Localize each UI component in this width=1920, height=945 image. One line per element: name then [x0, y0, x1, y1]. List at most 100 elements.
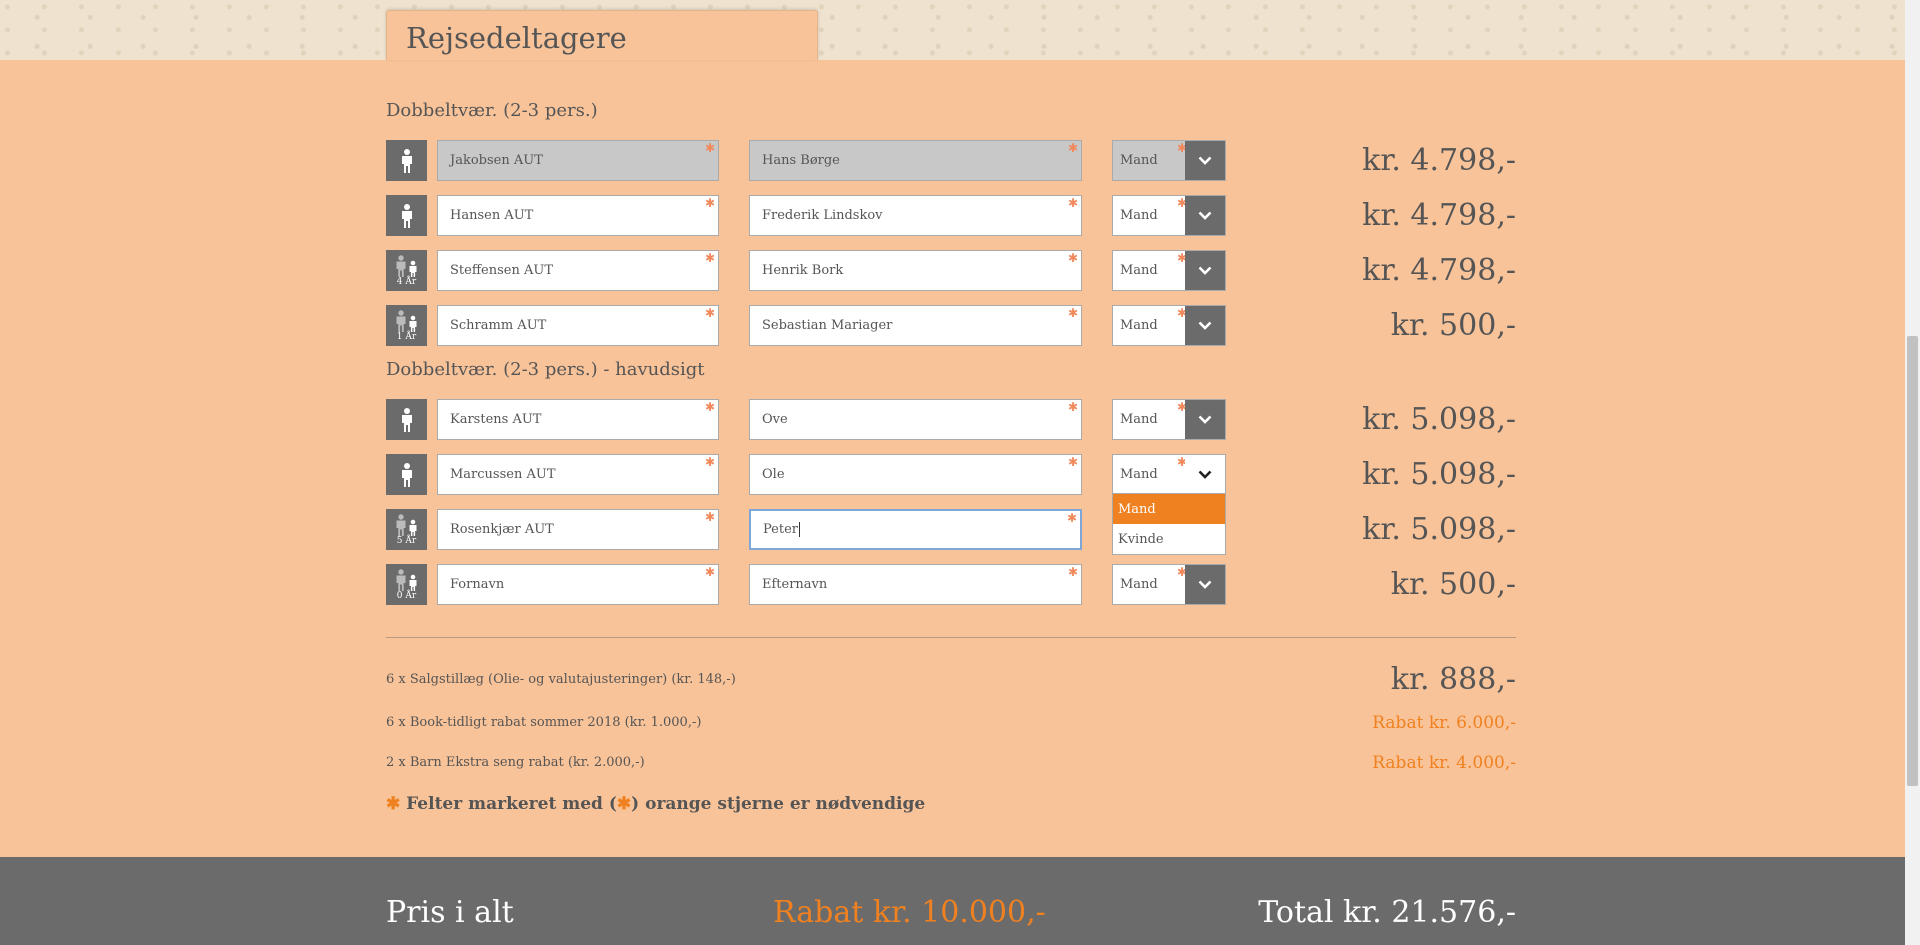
required-note-text: Felter markeret med (: [400, 794, 617, 814]
surcharge-value: kr. 888,-: [1390, 662, 1516, 697]
required-star-icon: ✱: [704, 306, 715, 320]
adult-child-icon: 4 År: [386, 250, 427, 291]
participant-price: kr. 5.098,-: [1362, 402, 1516, 437]
last-name-field[interactable]: Jakobsen AUT ✱: [437, 140, 719, 181]
first-name-field[interactable]: Peter ✱: [749, 509, 1082, 550]
gender-select-value: Mand: [1120, 577, 1158, 592]
discount-value: Rabat kr. 6.000,-: [1372, 713, 1516, 733]
required-star-icon: ✱: [616, 794, 632, 814]
adult-child-icon: 1 År: [386, 305, 427, 346]
last-name-field[interactable]: Schramm AUT ✱: [437, 305, 719, 346]
required-star-icon: ✱: [704, 251, 715, 265]
gender-select[interactable]: Mand ✱: [1112, 250, 1226, 291]
group-title: Dobbeltvær. (2-3 pers.) - havudsigt: [386, 359, 705, 380]
gender-select-value: Mand: [1120, 467, 1158, 482]
participant-row: 5 ÅrRosenkjær AUT✱Peter✱✱kr. 5.098,-: [386, 509, 1516, 550]
first-name-field-value: Ole: [762, 467, 785, 482]
person-icon: [386, 140, 427, 181]
required-star-icon: ✱: [704, 455, 715, 469]
gender-dropdown-list[interactable]: Mand Kvinde: [1112, 493, 1226, 555]
last-name-field[interactable]: Steffensen AUT ✱: [437, 250, 719, 291]
first-name-field[interactable]: Ole ✱: [749, 454, 1082, 495]
required-star-icon: ✱: [704, 196, 715, 210]
participant-price: kr. 4.798,-: [1362, 198, 1516, 233]
last-name-field-value: Schramm AUT: [450, 318, 547, 333]
last-name-field[interactable]: Karstens AUT ✱: [437, 399, 719, 440]
first-name-field[interactable]: Frederik Lindskov ✱: [749, 195, 1082, 236]
participant-row: 1 År Schramm AUT ✱ Sebastian Mariager ✱ Mand ✱…: [386, 305, 1516, 346]
gender-select[interactable]: Mand ✱: [1112, 454, 1226, 495]
last-name-field-value: Karstens AUT: [450, 412, 542, 427]
participant-price: kr. 4.798,-: [1362, 143, 1516, 178]
first-name-field-value: Sebastian Mariager: [762, 318, 893, 333]
section-tab: Rejsedeltagere: [386, 10, 818, 60]
gender-select[interactable]: Mand ✱: [1112, 195, 1226, 236]
gender-option-kvinde[interactable]: Kvinde: [1113, 524, 1225, 554]
total-label: Pris i alt: [386, 895, 514, 930]
age-label: 4 År: [396, 276, 417, 287]
age-label: 1 År: [396, 331, 417, 342]
required-star-icon: ✱: [704, 565, 715, 579]
first-name-field-value: Efternavn: [762, 577, 828, 592]
first-name-field[interactable]: Ove ✱: [749, 399, 1082, 440]
chevron-down-icon[interactable]: [1185, 455, 1225, 494]
chevron-down-icon[interactable]: [1185, 565, 1225, 604]
last-name-field[interactable]: Hansen AUT ✱: [437, 195, 719, 236]
gender-select[interactable]: Mand ✱: [1112, 564, 1226, 605]
gender-select-value: Mand: [1120, 208, 1158, 223]
total-discount: Rabat kr. 10.000,-: [773, 895, 1046, 930]
discount-label: 2 x Barn Ekstra seng rabat (kr. 2.000,-): [386, 755, 645, 770]
participant-row: 4 År Steffensen AUT ✱ Henrik Bork ✱ Mand ✱ kr. …: [386, 250, 1516, 291]
chevron-down-icon[interactable]: [1185, 400, 1225, 439]
discount-value: Rabat kr. 4.000,-: [1372, 753, 1516, 773]
participant-row: 0 År Fornavn ✱ Efternavn ✱ Mand ✱ kr. 500,-: [386, 564, 1516, 605]
required-star-icon: ✱: [1067, 196, 1078, 210]
last-name-field[interactable]: Marcussen AUT ✱: [437, 454, 719, 495]
gender-option-mand[interactable]: Mand: [1113, 494, 1225, 524]
participant-row: Jakobsen AUT ✱ Hans Børge ✱ Mand ✱ kr. 4.798,-: [386, 140, 1516, 181]
divider: [386, 637, 1516, 638]
first-name-field[interactable]: Sebastian Mariager ✱: [749, 305, 1082, 346]
last-name-field-value: Hansen AUT: [450, 208, 534, 223]
gender-select[interactable]: Mand ✱: [1112, 305, 1226, 346]
required-star-icon: ✱: [704, 510, 715, 524]
surcharge-row: 6 x Salgstillæg (Olie- og valutajusterin…: [386, 662, 1516, 698]
required-note-text: ) orange stjerne er nødvendige: [631, 794, 926, 814]
gender-select[interactable]: Mand ✱: [1112, 140, 1226, 181]
gender-select-value: Mand: [1120, 318, 1158, 333]
total-price: Total kr. 21.576,-: [1258, 895, 1516, 930]
chevron-down-icon[interactable]: [1185, 251, 1225, 290]
gender-select-value: Mand: [1120, 153, 1158, 168]
required-star-icon: ✱: [386, 794, 401, 814]
discount-label: 6 x Book-tidligt rabat sommer 2018 (kr. …: [386, 715, 702, 730]
surcharge-label: 6 x Salgstillæg (Olie- og valutajusterin…: [386, 672, 736, 687]
required-star-icon: ✱: [1067, 251, 1078, 265]
first-name-field-value: Ove: [762, 412, 788, 427]
last-name-field-value: Rosenkjær AUT: [450, 522, 554, 537]
scrollbar-thumb[interactable]: [1907, 336, 1918, 786]
last-name-field[interactable]: Fornavn ✱: [437, 564, 719, 605]
required-fields-note: ✱ Felter markeret med (✱) orange stjerne…: [386, 794, 925, 814]
price-summary-footer: Pris i alt Rabat kr. 10.000,- Total kr. …: [0, 857, 1905, 945]
chevron-down-icon[interactable]: [1185, 141, 1225, 180]
chevron-down-icon[interactable]: [1185, 306, 1225, 345]
participant-row: Hansen AUT ✱ Frederik Lindskov ✱ Mand ✱ kr. 4.…: [386, 195, 1516, 236]
gender-select[interactable]: Mand ✱: [1112, 399, 1226, 440]
required-star-icon: ✱: [704, 141, 715, 155]
first-name-field-value: Frederik Lindskov: [762, 208, 883, 223]
last-name-field[interactable]: Rosenkjær AUT ✱: [437, 509, 719, 550]
first-name-field[interactable]: Henrik Bork ✱: [749, 250, 1082, 291]
participant-price: kr. 500,-: [1390, 308, 1516, 343]
last-name-field-value: Steffensen AUT: [450, 263, 554, 278]
gender-select-value: Mand: [1120, 412, 1158, 427]
first-name-field[interactable]: Efternavn ✱: [749, 564, 1082, 605]
participant-price: kr. 5.098,-: [1362, 457, 1516, 492]
discount-row: 6 x Book-tidligt rabat sommer 2018 (kr. …: [386, 713, 1516, 735]
person-icon: [386, 454, 427, 495]
adult-child-icon: 5 År: [386, 509, 427, 550]
participant-price: kr. 4.798,-: [1362, 253, 1516, 288]
required-star-icon: ✱: [1067, 141, 1078, 155]
chevron-down-icon[interactable]: [1185, 196, 1225, 235]
age-label: 0 År: [396, 590, 417, 601]
first-name-field[interactable]: Hans Børge ✱: [749, 140, 1082, 181]
